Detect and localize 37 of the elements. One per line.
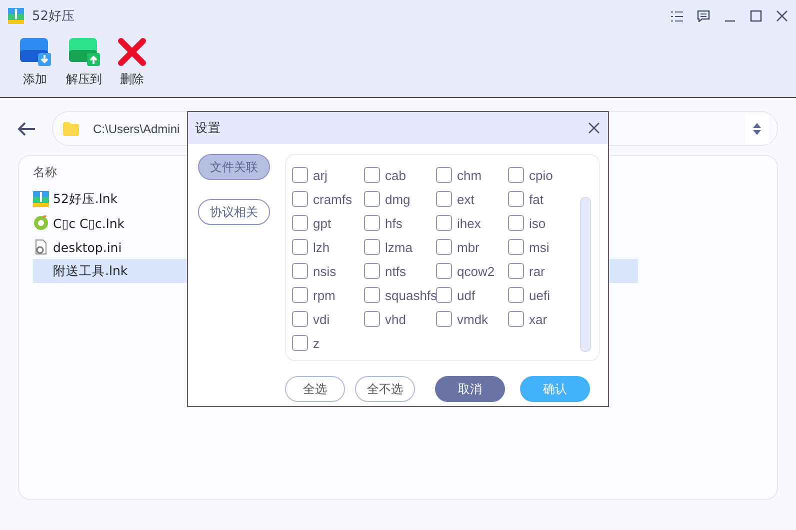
checkbox-label: udf <box>457 288 476 302</box>
file-name: 52好压.lnk <box>53 190 118 208</box>
checkbox-label: vmdk <box>457 312 488 326</box>
checkbox-label: lzh <box>313 240 330 254</box>
checkbox-label: iso <box>529 216 546 230</box>
checkbox-label: squashfs <box>385 288 438 302</box>
checkbox-label: gpt <box>313 216 332 230</box>
checkbox-label: ihex <box>457 216 481 230</box>
checkbox-label: ntfs <box>385 264 406 278</box>
checkbox-label: uefi <box>529 288 550 302</box>
checkbox-label: hfs <box>385 216 402 230</box>
checkbox-label: cab <box>385 168 406 182</box>
checkbox-label: mbr <box>457 240 480 254</box>
checkbox-label: cpio <box>529 168 553 182</box>
checkbox-label: qcow2 <box>457 264 495 278</box>
dialog-title: 设置 <box>195 120 222 136</box>
file-name: desktop.ini <box>53 240 122 254</box>
file-name: C▯c C▯c.lnk <box>53 216 125 230</box>
checkbox-label: ext <box>457 192 474 206</box>
checkbox-label: nsis <box>313 264 336 278</box>
checkbox-label: arj <box>313 168 328 182</box>
checkbox-label: rar <box>529 264 545 278</box>
checkbox-label: lzma <box>385 240 412 254</box>
column-header: 名称 <box>33 164 57 181</box>
window-title: 52好压 <box>32 8 76 25</box>
checkbox-label: z <box>313 336 320 350</box>
file-name: 附送工具.lnk <box>53 262 128 280</box>
checkbox-label: dmg <box>385 192 410 206</box>
path-text: C:\Users\Admini <box>93 122 180 136</box>
checkbox-label: fat <box>529 192 544 206</box>
checkbox-label: rpm <box>313 288 336 302</box>
checkbox-label: vdi <box>313 312 330 326</box>
checkbox-label: chm <box>457 168 482 182</box>
checkbox-label: cramfs <box>313 192 352 206</box>
checkbox-label: xar <box>529 312 548 326</box>
checkbox-label: vhd <box>385 312 406 326</box>
checkbox-label: msi <box>529 240 550 254</box>
